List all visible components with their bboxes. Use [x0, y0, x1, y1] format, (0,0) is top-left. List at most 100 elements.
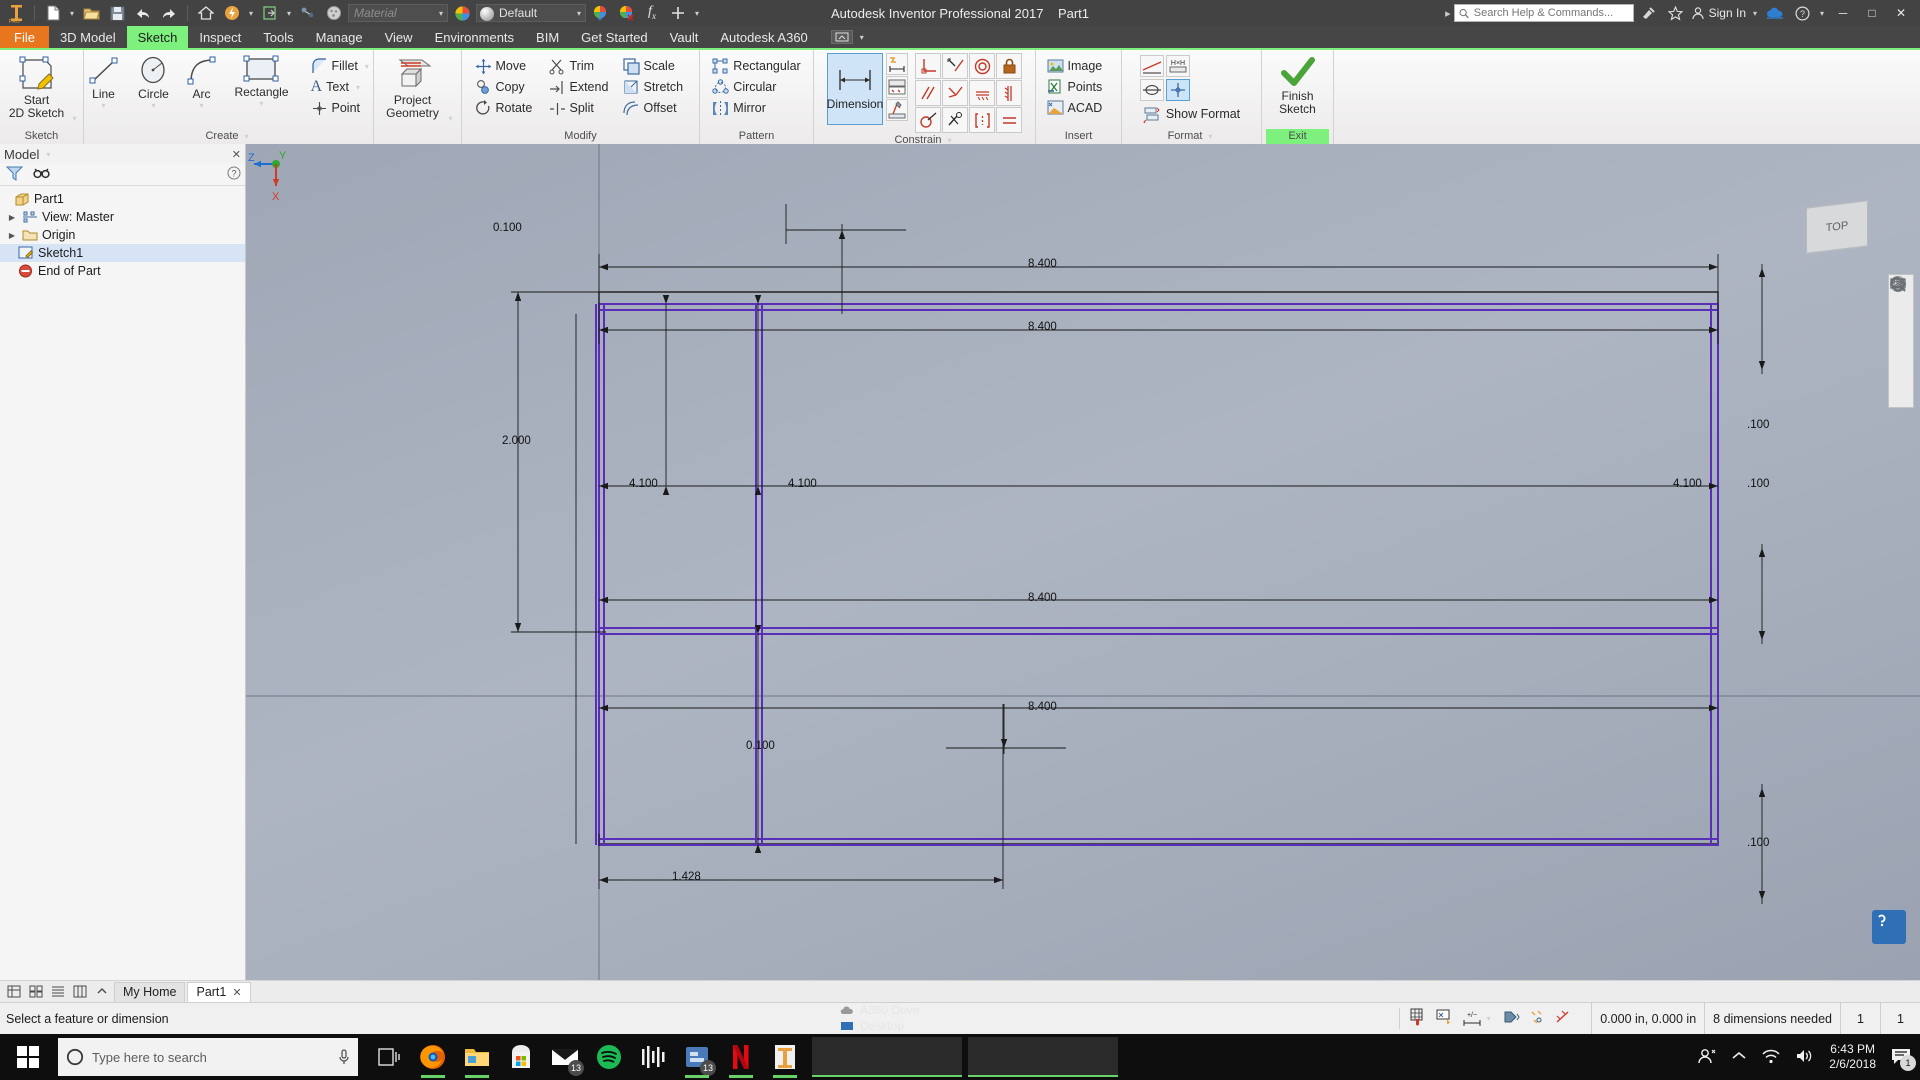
orbit-icon[interactable] — [1891, 277, 1911, 377]
show-format-button[interactable]: Show Format — [1140, 104, 1243, 124]
perpendicular-constraint-icon[interactable] — [915, 53, 941, 79]
appearance-color-icon[interactable] — [450, 2, 474, 24]
dim-fourth-8400[interactable]: 8.400 — [1028, 701, 1057, 713]
help-search-box[interactable] — [1453, 4, 1634, 22]
text-button[interactable]: A Text ▾ — [308, 77, 378, 97]
open-icon[interactable] — [79, 2, 103, 24]
taskbar-window-preview-2[interactable] — [968, 1037, 1118, 1077]
people-icon[interactable] — [1697, 1047, 1717, 1068]
up-icon[interactable] — [92, 983, 112, 1001]
tab-3d-model[interactable]: 3D Model — [49, 26, 127, 48]
arc-dropdown-caret[interactable]: ▾ — [197, 101, 207, 110]
tree-item-part1[interactable]: Part1 — [0, 190, 245, 208]
return-icon[interactable] — [258, 2, 282, 24]
app-icon[interactable]: 13 — [676, 1034, 718, 1080]
dim-mid-right-4100[interactable]: 4.100 — [1673, 478, 1702, 490]
coincident-constraint-icon[interactable] — [942, 80, 968, 106]
mirror-button[interactable]: Mirror — [709, 98, 803, 118]
find-icon[interactable] — [33, 166, 50, 184]
smooth-constraint-icon[interactable] — [915, 107, 941, 133]
file-explorer-icon[interactable] — [456, 1034, 498, 1080]
dimension-display-icon[interactable] — [1436, 1008, 1454, 1029]
arc-button[interactable]: Arc ▾ — [180, 54, 224, 110]
copy-button[interactable]: Copy — [472, 77, 542, 97]
help-signin-gear-icon[interactable] — [1637, 2, 1661, 24]
project-geometry-button[interactable]: Project Geometry — [380, 56, 446, 120]
split-button[interactable]: Split — [546, 98, 616, 118]
tab-tools[interactable]: Tools — [252, 26, 304, 48]
start-2d-sketch-button[interactable]: Start 2D Sketch — [4, 56, 70, 120]
centerline-icon[interactable] — [1139, 79, 1164, 101]
acad-button[interactable]: ACAD — [1044, 98, 1114, 118]
save-icon[interactable] — [105, 2, 129, 24]
offset-button[interactable]: Offset — [620, 98, 690, 118]
tab-file[interactable]: File — [0, 26, 49, 48]
dim-mid-left-4100[interactable]: 4.100 — [629, 478, 658, 490]
ribbon-options-caret[interactable]: ▾ — [857, 33, 867, 42]
chevron-down-icon[interactable]: ▾ — [1750, 9, 1760, 18]
trim-button[interactable]: Trim — [546, 56, 616, 76]
fillet-dropdown-caret[interactable]: ▾ — [362, 62, 372, 71]
tab-inspect[interactable]: Inspect — [188, 26, 252, 48]
rotate-button[interactable]: Rotate — [472, 98, 542, 118]
filter-icon[interactable] — [5, 166, 24, 184]
circle-button[interactable]: Circle ▾ — [130, 54, 178, 110]
fillet-button[interactable]: Fillet ▾ — [308, 56, 378, 76]
dim-left-2000[interactable]: 2.000 — [502, 435, 531, 447]
equal-constraint-icon[interactable] — [996, 107, 1022, 133]
dim-bottom-1428[interactable]: 1.428 — [672, 871, 701, 883]
chevron-down-icon[interactable]: ▾ — [439, 9, 443, 18]
tab-autodesk-a360[interactable]: Autodesk A360 — [709, 26, 818, 48]
chevron-down-icon[interactable]: ▾ — [577, 9, 581, 18]
tangent-constraint-icon[interactable] — [942, 53, 968, 79]
appearance-selector[interactable]: Default ▾ — [476, 4, 586, 22]
ribbon-display-icon[interactable] — [830, 30, 853, 44]
rectangle-dropdown-caret[interactable]: ▾ — [257, 99, 267, 108]
taskbar-window-preview-1[interactable] — [812, 1037, 962, 1077]
tab-manage[interactable]: Manage — [305, 26, 374, 48]
favorites-star-icon[interactable] — [1664, 2, 1688, 24]
driven-dimension-icon[interactable]: H×H — [1165, 55, 1190, 77]
show-hidden-icons-icon[interactable] — [1731, 1050, 1747, 1065]
tab-environments[interactable]: Environments — [424, 26, 525, 48]
tree-item-sketch1[interactable]: Sketch1 — [0, 244, 245, 262]
image-button[interactable]: Image — [1044, 56, 1114, 76]
scale-button[interactable]: Scale — [620, 56, 690, 76]
dim-right-top-100[interactable]: .100 — [1747, 419, 1769, 431]
sign-in-button[interactable]: Sign In ▾ — [1691, 6, 1760, 20]
fix-constraint-icon[interactable] — [996, 53, 1022, 79]
dim-top-8400[interactable]: 8.400 — [1028, 258, 1057, 270]
close-button[interactable]: ✕ — [1888, 1, 1914, 25]
help-floating-icon[interactable] — [1872, 910, 1906, 944]
text-dropdown-caret[interactable]: ▾ — [353, 83, 363, 92]
network-icon[interactable] — [1761, 1048, 1781, 1067]
construction-line-icon[interactable] — [1139, 55, 1164, 77]
tree-item-view-master[interactable]: ▶ View: Master — [0, 208, 245, 226]
dim-mid-center-4100[interactable]: 4.100 — [788, 478, 817, 490]
expand-arrow-icon[interactable]: ▶ — [6, 213, 18, 222]
snap-grid-icon[interactable] — [1410, 1008, 1428, 1029]
symmetric-constraint-icon[interactable] — [942, 107, 968, 133]
material-selector[interactable]: Material ▾ — [348, 4, 448, 22]
notification-center-icon[interactable]: 1 — [1890, 1046, 1916, 1071]
line-dropdown-caret[interactable]: ▾ — [99, 101, 109, 110]
extend-button[interactable]: Extend — [546, 77, 616, 97]
mail-icon[interactable]: 13 — [544, 1034, 586, 1080]
circular-pattern-button[interactable]: Circular — [709, 77, 803, 97]
parameters-icon[interactable] — [296, 2, 320, 24]
tab-vault[interactable]: Vault — [659, 26, 710, 48]
a360-cloud-icon[interactable] — [1763, 2, 1787, 24]
adjust-appearance-icon[interactable] — [588, 2, 612, 24]
show-constraints-icon[interactable] — [886, 76, 908, 98]
undo-icon[interactable] — [131, 2, 155, 24]
constraint-settings-icon[interactable] — [886, 99, 908, 121]
help-search-input[interactable] — [1471, 6, 1629, 20]
line-button[interactable]: Line ▾ — [80, 54, 128, 110]
tab-sketch[interactable]: Sketch — [126, 26, 189, 48]
update-icon[interactable] — [220, 2, 244, 24]
minimize-button[interactable]: ─ — [1830, 1, 1856, 25]
chevron-down-icon[interactable]: ▾ — [43, 150, 53, 159]
zoom-icon[interactable] — [1890, 276, 1911, 351]
split-icon[interactable] — [70, 983, 90, 1001]
format-panel-caret[interactable]: ▾ — [1205, 129, 1215, 144]
